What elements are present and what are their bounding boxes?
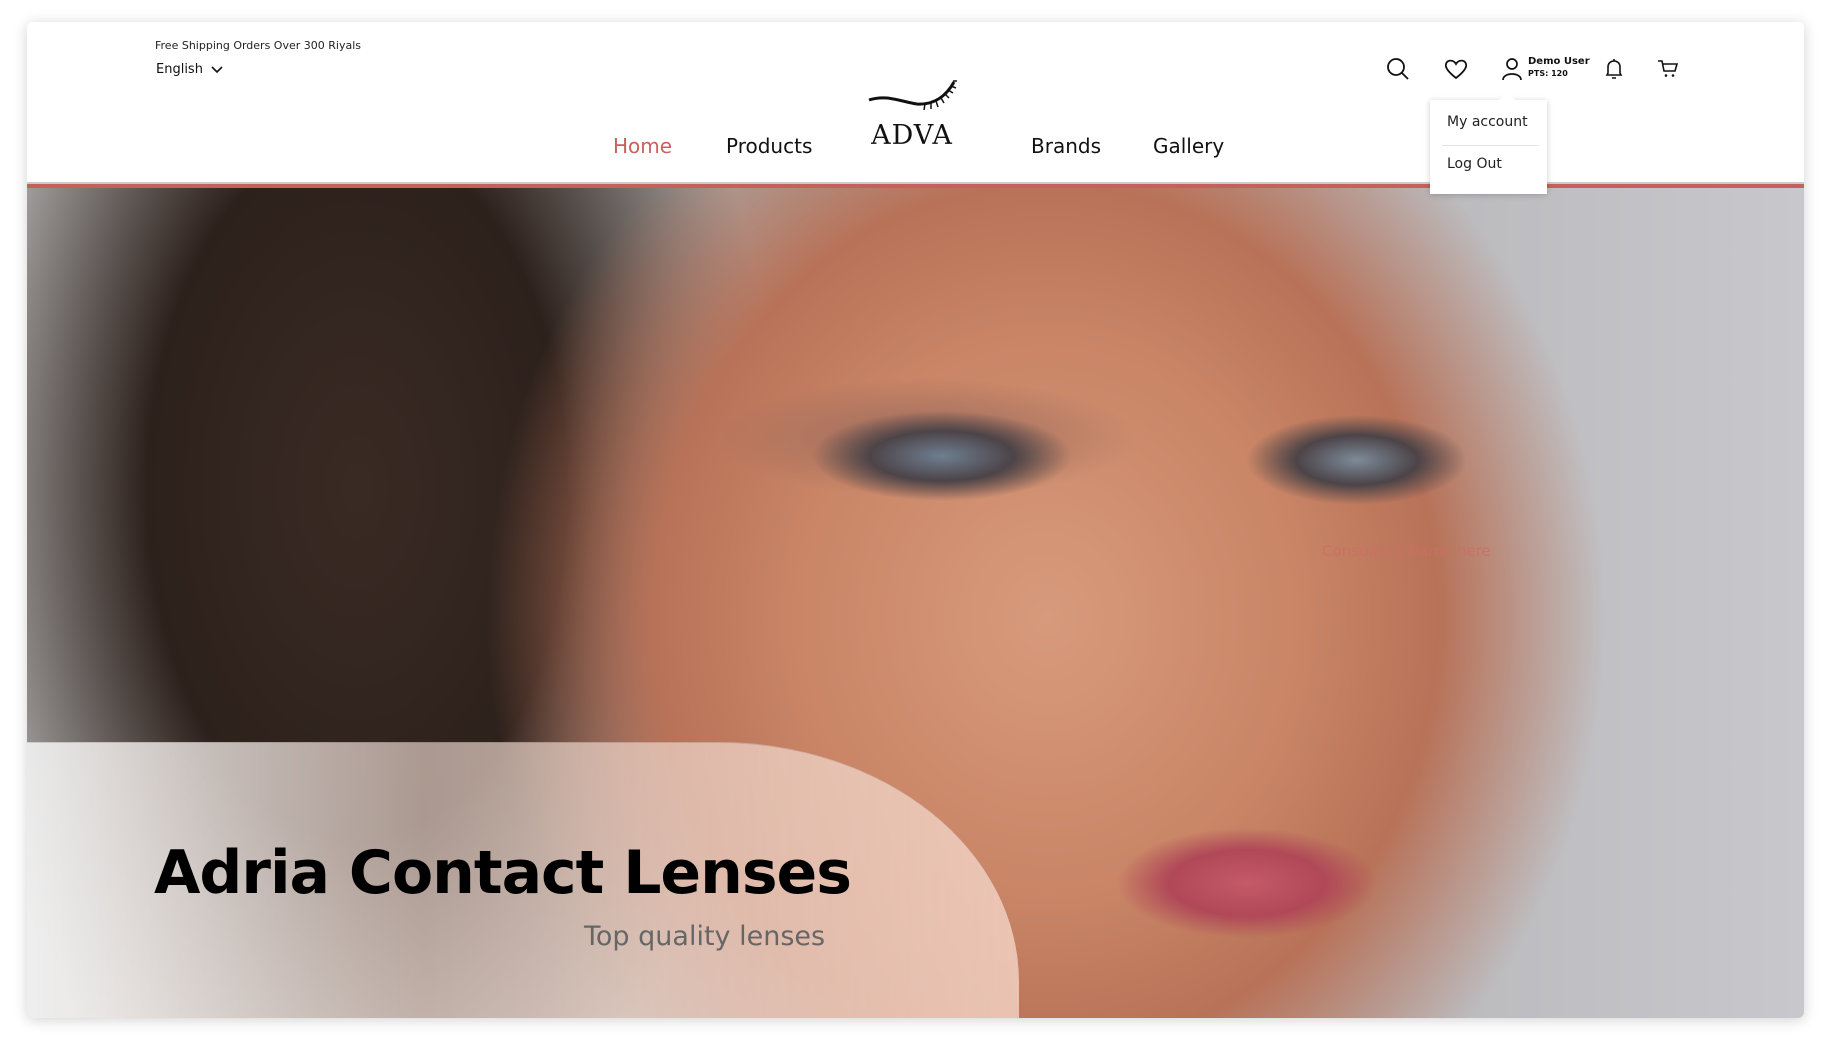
nav-home[interactable]: Home — [613, 134, 672, 158]
logo[interactable]: ADVA — [857, 78, 967, 178]
bell-icon[interactable] — [1601, 56, 1627, 82]
search-icon[interactable] — [1385, 56, 1411, 82]
hero-banner: Consultant Name here Adria Contact Lense… — [27, 188, 1804, 1018]
consultant-name: Consultant Name here — [1322, 542, 1491, 560]
hero-title: Adria Contact Lenses — [154, 838, 852, 908]
language-label: English — [156, 62, 203, 77]
cart-icon[interactable] — [1655, 56, 1681, 82]
user-icon[interactable] — [1499, 56, 1525, 82]
menu-item-my-account[interactable]: My account — [1447, 114, 1528, 130]
nav-gallery[interactable]: Gallery — [1153, 134, 1224, 158]
logo-text: ADVA — [871, 120, 953, 151]
user-name: Demo User — [1528, 56, 1590, 67]
user-points: PTS: 120 — [1528, 69, 1568, 78]
nav-products[interactable]: Products — [726, 134, 812, 158]
page-card: Free Shipping Orders Over 300 Riyals Eng… — [27, 22, 1804, 1018]
hero-caption-panel: Adria Contact Lenses Top quality lenses — [27, 742, 1019, 1018]
user-info[interactable]: Demo User PTS: 120 — [1528, 56, 1590, 80]
chevron-down-icon — [211, 65, 223, 73]
account-dropdown: My account Log Out — [1430, 92, 1547, 194]
language-selector[interactable]: English — [156, 62, 223, 77]
menu-divider — [1442, 145, 1539, 146]
heart-icon[interactable] — [1443, 56, 1469, 82]
hero-subtitle: Top quality lenses — [584, 921, 826, 952]
menu-item-log-out[interactable]: Log Out — [1447, 156, 1502, 172]
eyelash-logo-icon — [868, 80, 957, 111]
nav-brands[interactable]: Brands — [1031, 134, 1101, 158]
shipping-banner: Free Shipping Orders Over 300 Riyals — [155, 39, 361, 52]
